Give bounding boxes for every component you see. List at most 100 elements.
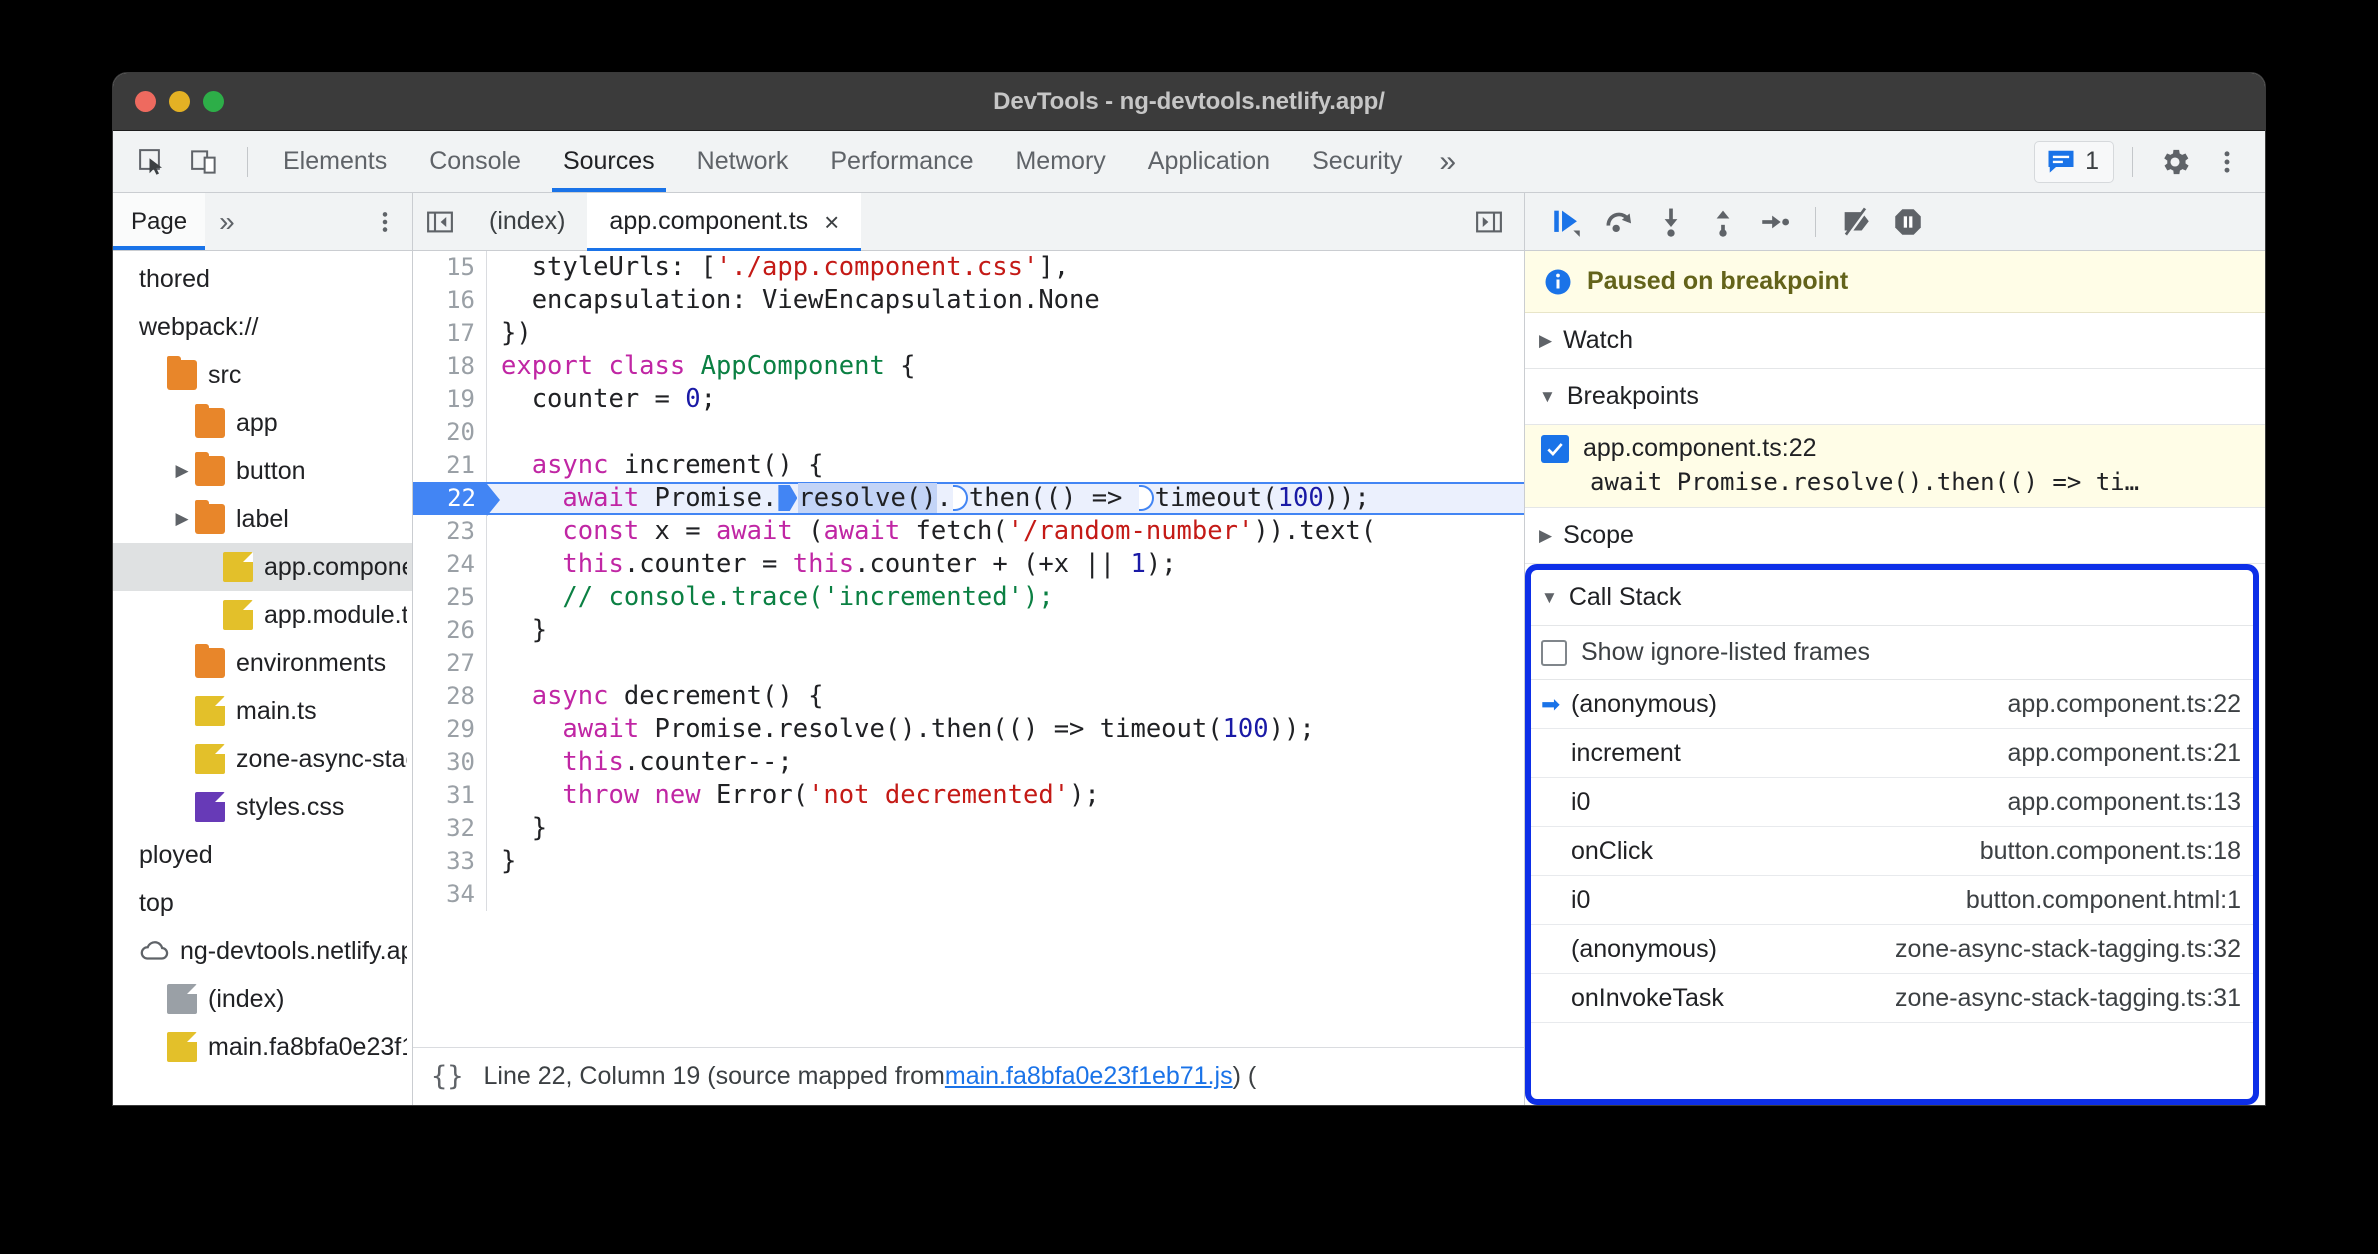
code-line[interactable]: 29 await Promise.resolve().then(() => ti…	[413, 713, 1524, 746]
line-number[interactable]: 26	[413, 614, 487, 647]
tab-security[interactable]: Security	[1291, 131, 1423, 192]
editor-tab-index[interactable]: (index)	[467, 193, 587, 250]
step-out-icon[interactable]	[1699, 199, 1747, 245]
line-number[interactable]: 30	[413, 746, 487, 779]
code-line[interactable]: 19 counter = 0;	[413, 383, 1524, 416]
call-stack-frame[interactable]: ➡onInvokeTaskzone-async-stack-tagging.ts…	[1531, 974, 2253, 1023]
file-tree-item[interactable]: ▶thored	[113, 255, 412, 303]
file-tree-item[interactable]: ▶ployed	[113, 831, 412, 879]
tab-sources[interactable]: Sources	[542, 131, 676, 192]
file-tree-item[interactable]: ▶top	[113, 879, 412, 927]
code-line[interactable]: 31 throw new Error('not decremented');	[413, 779, 1524, 812]
file-tree-item[interactable]: ▶styles.css	[113, 783, 412, 831]
line-number[interactable]: 17	[413, 317, 487, 350]
more-tabs-icon[interactable]: »	[1423, 131, 1472, 192]
step-over-icon[interactable]	[1595, 199, 1643, 245]
deactivate-breakpoints-icon[interactable]	[1832, 199, 1880, 245]
inspect-element-icon[interactable]	[129, 139, 175, 185]
code-line-breakpoint[interactable]: 22 await Promise. resolve(). then(() => ti…	[413, 482, 1524, 516]
code-line[interactable]: 34	[413, 878, 1524, 911]
file-tree[interactable]: ▶thored▶webpack://▶src▶app▶button▶label▶…	[113, 251, 412, 1105]
close-tab-icon[interactable]: ×	[824, 209, 839, 235]
line-number[interactable]: 29	[413, 713, 487, 746]
device-toolbar-icon[interactable]	[181, 139, 227, 185]
source-map-link[interactable]: main.fa8bfa0e23f1eb71.js	[945, 1062, 1233, 1091]
file-tree-item[interactable]: ▶main.fa8bfa0e23f1eb71.js	[113, 1023, 412, 1071]
code-line[interactable]: 32 }	[413, 812, 1524, 845]
line-number[interactable]: 20	[413, 416, 487, 449]
line-number[interactable]: 19	[413, 383, 487, 416]
tab-elements[interactable]: Elements	[262, 131, 408, 192]
file-tree-item[interactable]: ▶app	[113, 399, 412, 447]
code-line[interactable]: 24 this.counter = this.counter + (+x || …	[413, 548, 1524, 581]
call-stack-frame[interactable]: ➡onClickbutton.component.ts:18	[1531, 827, 2253, 876]
show-ignore-listed-frames-row[interactable]: Show ignore-listed frames	[1531, 626, 2253, 680]
nav-tab-page[interactable]: Page	[113, 193, 206, 250]
show-ignore-listed-frames-checkbox[interactable]	[1541, 639, 1567, 666]
step-into-icon[interactable]	[1647, 199, 1695, 245]
call-stack-frame-list[interactable]: ➡ (anonymous) app.component.ts:22➡ incremen…	[1531, 680, 2253, 1023]
navigator-more-tabs-icon[interactable]: »	[205, 193, 249, 250]
tab-network[interactable]: Network	[676, 131, 810, 192]
chevron-right-icon[interactable]: ▶	[169, 461, 195, 481]
file-tree-item[interactable]: ▶app.component.ts	[113, 543, 412, 591]
file-tree-item[interactable]: ▶(index)	[113, 975, 412, 1023]
line-number[interactable]: 18	[413, 350, 487, 383]
file-tree-item[interactable]: ▶ label	[113, 495, 412, 543]
scope-section-header[interactable]: ▶ Scope	[1525, 508, 2265, 564]
minimize-window-button[interactable]	[169, 91, 190, 112]
file-tree-item[interactable]: ▶src	[113, 351, 412, 399]
close-window-button[interactable]	[135, 91, 156, 112]
line-number[interactable]: 23	[413, 515, 487, 548]
navigator-more-options-icon[interactable]	[372, 209, 398, 235]
maximize-window-button[interactable]	[203, 91, 224, 112]
code-line[interactable]: 28 async decrement() {	[413, 680, 1524, 713]
line-number[interactable]: 22	[413, 482, 487, 515]
file-tree-item[interactable]: ▶app.module.ts	[113, 591, 412, 639]
call-stack-frame[interactable]: ➡i0button.component.html:1	[1531, 876, 2253, 925]
line-number[interactable]: 34	[413, 878, 487, 911]
line-number[interactable]: 25	[413, 581, 487, 614]
file-tree-item[interactable]: ▶ button	[113, 447, 412, 495]
line-number[interactable]: 15	[413, 251, 487, 284]
kebab-menu-icon[interactable]	[2203, 138, 2251, 186]
code-line[interactable]: 16 encapsulation: ViewEncapsulation.None	[413, 284, 1524, 317]
editor-tab-app-component-ts[interactable]: app.component.ts ×	[587, 193, 862, 251]
breakpoint-list-item[interactable]: app.component.ts:22 await Promise.resolv…	[1525, 425, 2265, 508]
file-tree-item[interactable]: ▶zone-async-stack-tagging.ts	[113, 735, 412, 783]
step-icon[interactable]	[1751, 199, 1799, 245]
line-number[interactable]: 24	[413, 548, 487, 581]
tab-application[interactable]: Application	[1127, 131, 1291, 192]
code-line[interactable]: 27	[413, 647, 1524, 680]
chevron-right-icon[interactable]: ▶	[169, 509, 195, 529]
code-line[interactable]: 20	[413, 416, 1524, 449]
file-tree-item[interactable]: ▶environments	[113, 639, 412, 687]
line-number[interactable]: 16	[413, 284, 487, 317]
code-line[interactable]: 30 this.counter--;	[413, 746, 1524, 779]
line-number[interactable]: 31	[413, 779, 487, 812]
call-stack-frame[interactable]: ➡i0app.component.ts:13	[1531, 778, 2253, 827]
call-stack-section-header[interactable]: ▼ Call Stack	[1531, 570, 2253, 626]
line-number[interactable]: 33	[413, 845, 487, 878]
call-stack-frame[interactable]: ➡(anonymous)zone-async-stack-tagging.ts:…	[1531, 925, 2253, 974]
watch-section-header[interactable]: ▶ Watch	[1525, 313, 2265, 369]
code-line[interactable]: 21 async increment() {	[413, 449, 1524, 482]
expand-panel-icon[interactable]	[1462, 193, 1516, 250]
code-editor[interactable]: 15 styleUrls: ['./app.component.css'], 16…	[413, 251, 1524, 1047]
code-line[interactable]: 23 const x = await (await fetch('/random…	[413, 515, 1524, 548]
line-number[interactable]: 21	[413, 449, 487, 482]
call-stack-frame[interactable]: ➡ (anonymous) app.component.ts:22	[1531, 680, 2253, 729]
file-tree-item[interactable]: ▶webpack://	[113, 303, 412, 351]
tab-console[interactable]: Console	[408, 131, 542, 192]
code-line[interactable]: 26 }	[413, 614, 1524, 647]
pause-on-exceptions-icon[interactable]	[1884, 199, 1932, 245]
file-tree-item[interactable]: ▶ng-devtools.netlify.app	[113, 927, 412, 975]
code-line[interactable]: 17})	[413, 317, 1524, 350]
gear-icon[interactable]	[2151, 138, 2199, 186]
breakpoints-section-header[interactable]: ▼ Breakpoints	[1525, 369, 2265, 425]
pretty-print-icon[interactable]: {}	[431, 1061, 464, 1092]
line-number[interactable]: 32	[413, 812, 487, 845]
code-line[interactable]: 18 export class AppComponent {	[413, 350, 1524, 383]
file-tree-item[interactable]: ▶main.ts	[113, 687, 412, 735]
line-number[interactable]: 27	[413, 647, 487, 680]
